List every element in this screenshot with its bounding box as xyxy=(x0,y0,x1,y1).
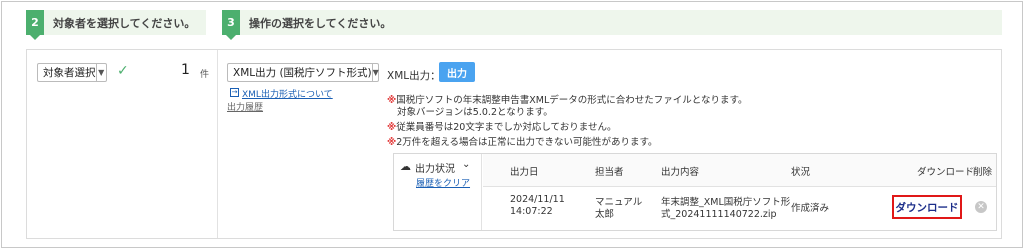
history-status-label: 出力状況 xyxy=(415,164,455,175)
cloud-download-icon: ☁ xyxy=(400,160,411,173)
column-header-person: 担当者 xyxy=(595,167,624,178)
row-date: 2024/11/11 xyxy=(510,194,565,205)
output-history-table: ☁ 出力状況 ⌄ 履歴をクリア 出力日 担当者 出力内容 状況 ダウンロード 削… xyxy=(393,153,997,231)
output-history-link[interactable]: 出力履歴 xyxy=(227,100,263,113)
step-title: 操作の選択をしてください。 xyxy=(249,16,392,30)
column-header-content: 出力内容 xyxy=(661,167,700,178)
chevron-down-icon: ▼ xyxy=(371,64,379,81)
xml-output-label: XML出力： xyxy=(387,70,441,82)
document-link-icon: → xyxy=(230,88,239,97)
target-select[interactable]: 対象者選択 ▼ xyxy=(37,63,107,82)
note-mark: ※ xyxy=(387,122,397,133)
note-line: 対象バージョンは5.0.2となります。 xyxy=(397,104,553,118)
operation-panel: 対象者選択 ▼ ✓ 1 件 XML出力 (国税庁ソフト形式) ▼ → XML出力… xyxy=(26,49,1002,239)
note-mark: ※ xyxy=(387,137,397,148)
step-number: 2 xyxy=(26,10,44,40)
row-separator xyxy=(483,186,996,187)
check-icon: ✓ xyxy=(117,63,129,79)
clear-history-link[interactable]: 履歴をクリア xyxy=(416,176,470,189)
column-header-download: ダウンロード xyxy=(917,167,975,178)
row-person-name: 太郎 xyxy=(595,209,615,220)
note-text: 従業員番号は20文字までしか対応しておりません。 xyxy=(396,122,617,133)
page-frame: 2 対象者を選択してください。 3 操作の選択をしてください。 対象者選択 ▼ … xyxy=(1,1,1023,248)
operation-select-label: XML出力 (国税庁ソフト形式) xyxy=(233,67,372,79)
note-line: ※2万件を超える場合は正常に出力できない可能性があります。 xyxy=(387,134,658,148)
chevron-down-icon: ▼ xyxy=(95,64,107,81)
step-title: 対象者を選択してください。 xyxy=(53,16,196,30)
note-text: 2万件を超える場合は正常に出力できない可能性があります。 xyxy=(396,137,658,148)
target-count-unit: 件 xyxy=(200,70,210,80)
delete-icon[interactable]: ✕ xyxy=(975,201,987,213)
row-time: 14:07:22 xyxy=(510,206,553,217)
column-divider xyxy=(217,50,218,238)
target-count: 1 xyxy=(181,62,190,78)
download-button[interactable]: ダウンロード xyxy=(892,195,962,219)
row-status: 作成済み xyxy=(791,203,830,214)
output-button[interactable]: 出力 xyxy=(439,62,475,82)
column-header-date: 出力日 xyxy=(510,167,539,178)
xml-format-link[interactable]: XML出力形式について xyxy=(242,87,333,100)
history-status-cell: ☁ 出力状況 ⌄ 履歴をクリア xyxy=(394,154,482,230)
note-text: 対象バージョンは5.0.2となります。 xyxy=(397,107,553,118)
note-mark: ※ xyxy=(387,95,397,106)
row-content-file: 式_20241111140722.zip xyxy=(661,209,777,220)
column-header-status: 状況 xyxy=(791,167,811,178)
step-number: 3 xyxy=(222,10,240,40)
note-line: ※従業員番号は20文字までしか対応しておりません。 xyxy=(387,119,616,133)
step-header-target: 2 対象者を選択してください。 xyxy=(26,10,206,40)
chevron-down-icon[interactable]: ⌄ xyxy=(462,159,470,170)
step-header-operation: 3 操作の選択をしてください。 xyxy=(222,10,1002,40)
column-header-delete: 削除 xyxy=(973,167,993,178)
operation-select[interactable]: XML出力 (国税庁ソフト形式) ▼ xyxy=(227,63,379,82)
target-select-label: 対象者選択 xyxy=(43,67,96,79)
